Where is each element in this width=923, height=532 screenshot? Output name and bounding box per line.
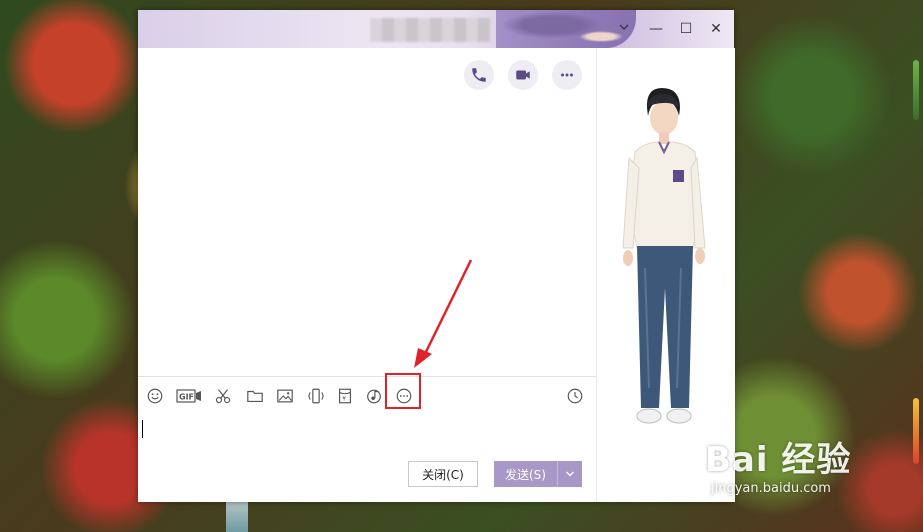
- voice-call-button[interactable]: [464, 60, 494, 90]
- more-actions-button[interactable]: [552, 60, 582, 90]
- scissors-icon: [215, 389, 231, 404]
- more-options-button[interactable]: [393, 385, 415, 407]
- background-waterfall: [226, 502, 248, 532]
- minimize-button[interactable]: —: [646, 19, 666, 39]
- close-window-button[interactable]: ✕: [706, 19, 726, 39]
- watermark-url: jingyan.baidu.com: [711, 481, 831, 496]
- chevron-down-icon: [566, 471, 574, 477]
- avatar-figure: [622, 88, 706, 424]
- emoji-button[interactable]: [144, 385, 166, 407]
- send-button-label[interactable]: 发送(S): [494, 461, 557, 487]
- emoji-icon: [147, 388, 163, 404]
- blurred-contact-name: [370, 18, 490, 42]
- chevron-down-icon: [619, 24, 629, 30]
- maximize-button[interactable]: ☐: [676, 19, 696, 39]
- desktop-widget-meter: [913, 60, 919, 120]
- screenshot-button[interactable]: [212, 385, 234, 407]
- red-packet-icon: ¥: [339, 388, 351, 404]
- phone-icon: [472, 68, 486, 82]
- contact-avatar-panel: [596, 48, 735, 502]
- input-toolbar: GIF ¥: [138, 373, 596, 417]
- red-packet-button[interactable]: ¥: [334, 385, 356, 407]
- gif-button[interactable]: GIF: [176, 385, 202, 407]
- more-options-icon: [396, 388, 412, 404]
- video-call-button[interactable]: [508, 60, 538, 90]
- chat-area: GIF ¥ 关闭(C) 发送(S): [138, 48, 596, 502]
- desktop-widget-meter-2: [913, 398, 919, 464]
- close-chat-button[interactable]: 关闭(C): [408, 461, 478, 487]
- history-button[interactable]: [564, 385, 586, 407]
- call-actions: [464, 60, 582, 90]
- video-icon: [516, 70, 530, 80]
- send-file-button[interactable]: [244, 385, 266, 407]
- more-icon: [561, 73, 573, 77]
- shake-button[interactable]: [305, 385, 327, 407]
- folder-icon: [247, 390, 263, 402]
- svg-text:GIF: GIF: [179, 393, 194, 402]
- send-options-dropdown[interactable]: [557, 461, 582, 487]
- chat-window: — ☐ ✕ GIF ¥ 关闭(C) 发送(S): [138, 10, 735, 502]
- title-bar[interactable]: — ☐ ✕: [138, 10, 734, 48]
- send-image-button[interactable]: [274, 385, 296, 407]
- text-caret: [142, 420, 143, 438]
- music-icon: [367, 389, 381, 404]
- svg-text:¥: ¥: [342, 397, 346, 403]
- music-button[interactable]: [363, 385, 385, 407]
- image-icon: [277, 389, 293, 403]
- gif-icon: GIF: [176, 389, 201, 403]
- history-clock-icon: [567, 388, 583, 404]
- collapse-button[interactable]: [614, 19, 634, 39]
- message-input[interactable]: 关闭(C) 发送(S): [138, 416, 596, 502]
- shake-icon: [308, 388, 324, 404]
- send-button[interactable]: 发送(S): [494, 461, 582, 487]
